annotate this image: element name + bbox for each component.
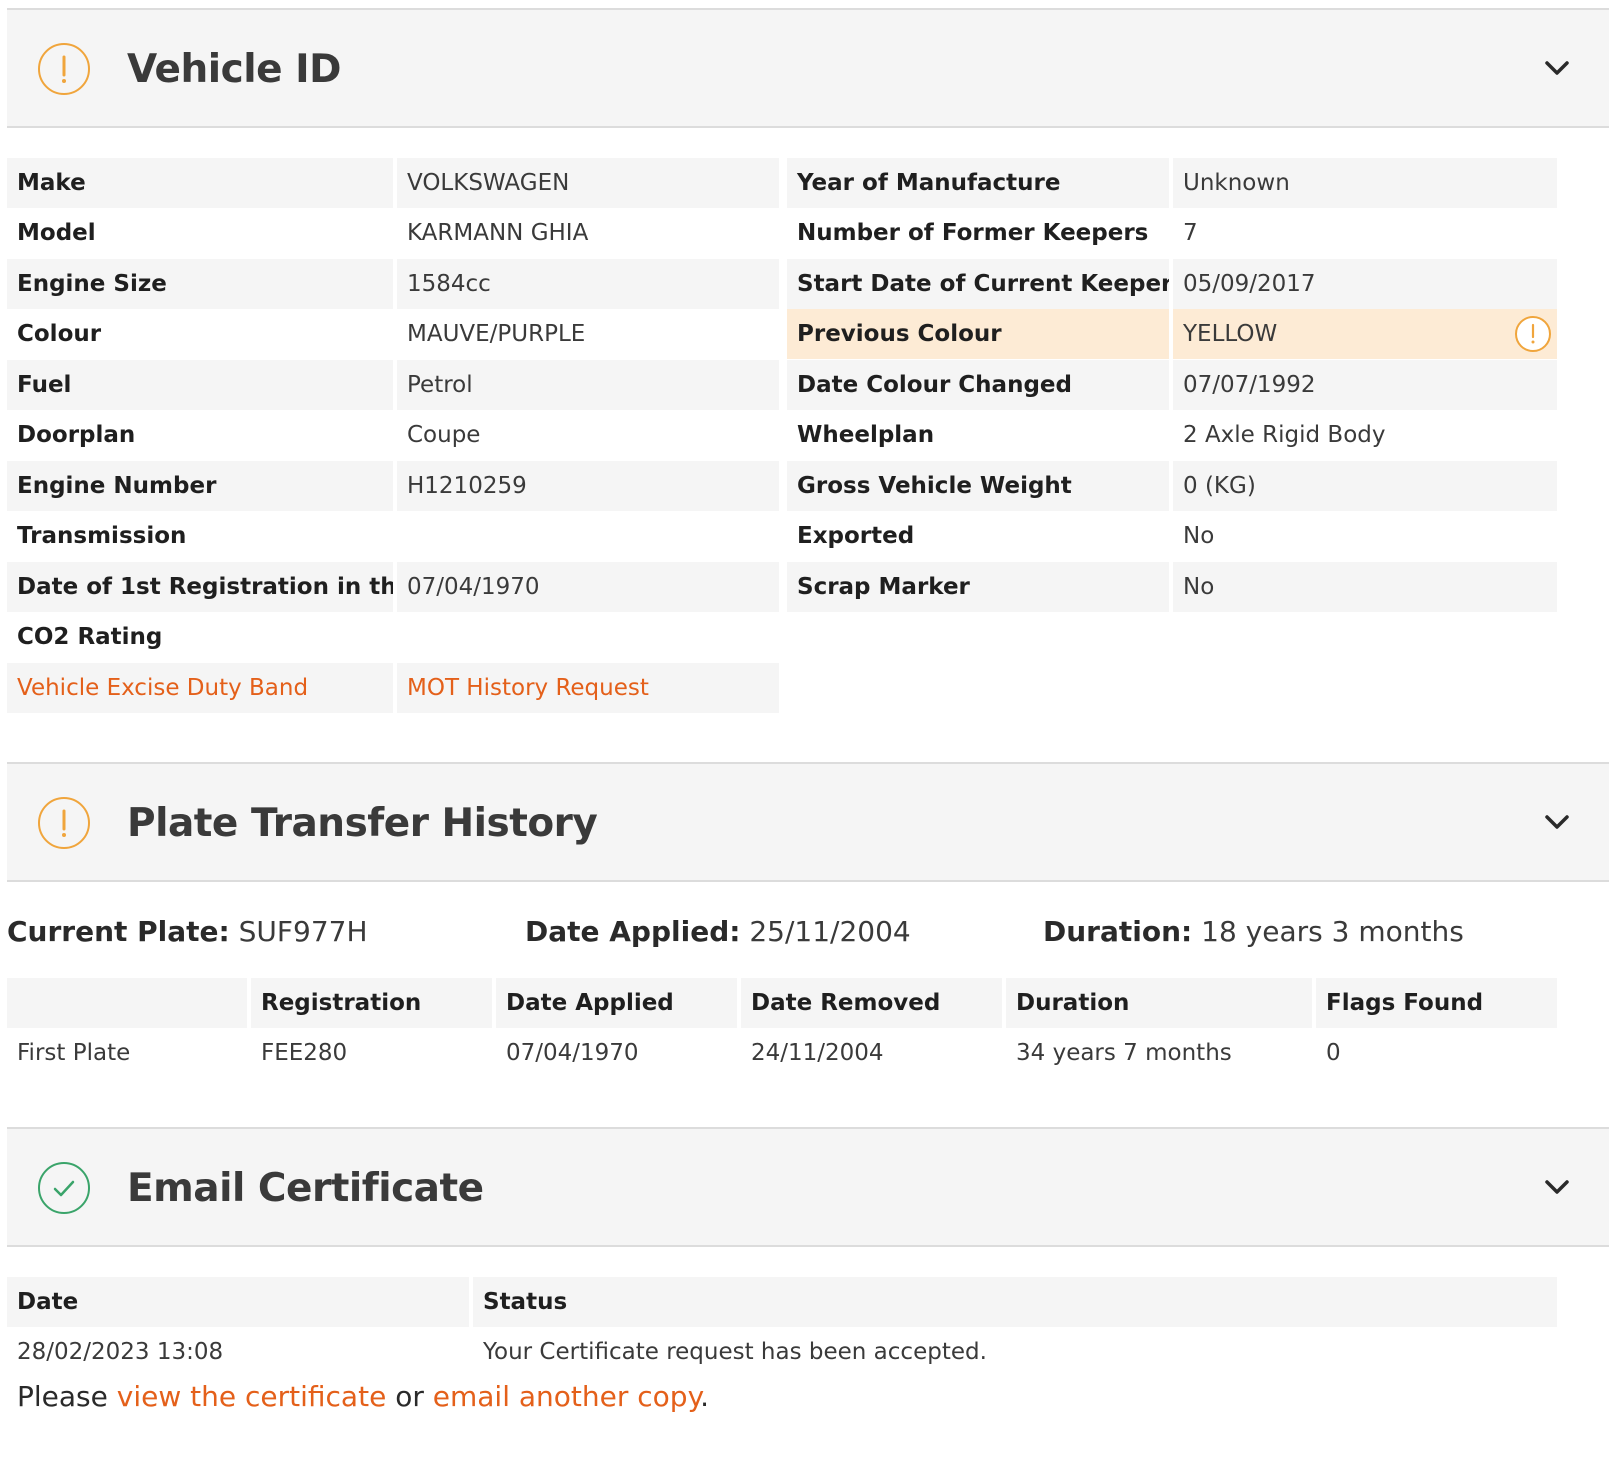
duration-summary: Duration: 18 years 3 months bbox=[1043, 910, 1464, 954]
label-model: Model bbox=[17, 220, 96, 246]
footer-suffix: . bbox=[700, 1380, 710, 1413]
table-cell-duration: 34 years 7 months bbox=[1016, 1040, 1232, 1066]
value-colour: MAUVE/PURPLE bbox=[407, 321, 586, 347]
label-former-keepers: Number of Former Keepers bbox=[797, 220, 1149, 246]
column-header-flags-found: Flags Found bbox=[1316, 978, 1557, 1028]
label-exported: Exported bbox=[797, 523, 915, 549]
value-first-registration: 07/04/1970 bbox=[397, 562, 779, 612]
label-gross-vehicle-weight: Gross Vehicle Weight bbox=[787, 461, 1169, 511]
label-current-keeper-start: Start Date of Current Keeper bbox=[787, 259, 1169, 309]
table-cell-status: Your Certificate request has been accept… bbox=[483, 1339, 987, 1365]
label-date-colour-changed: Date Colour Changed bbox=[787, 360, 1169, 410]
warning-icon bbox=[38, 43, 90, 95]
column-header-duration: Duration bbox=[1006, 978, 1312, 1028]
current-plate-value: SUF977H bbox=[238, 915, 368, 948]
label-colour: Colour bbox=[17, 321, 102, 347]
table-cell-flags-found: 0 bbox=[1326, 1040, 1341, 1066]
table-cell-registration: FEE280 bbox=[261, 1040, 348, 1066]
column-header-status: Status bbox=[473, 1277, 1557, 1327]
label-engine-number: Engine Number bbox=[7, 461, 393, 511]
date-applied-summary: Date Applied: 25/11/2004 bbox=[525, 910, 911, 954]
value-engine-size: 1584cc bbox=[397, 259, 779, 309]
plate-transfer-history-header[interactable]: Plate Transfer History bbox=[7, 762, 1609, 882]
value-doorplan: Coupe bbox=[407, 422, 481, 448]
value-transmission bbox=[397, 511, 779, 561]
value-gross-vehicle-weight: 0 (KG) bbox=[1173, 461, 1557, 511]
footer-middle: or bbox=[395, 1380, 424, 1413]
label-doorplan: Doorplan bbox=[17, 422, 136, 448]
value-current-keeper-start: 05/09/2017 bbox=[1173, 259, 1557, 309]
value-make: VOLKSWAGEN bbox=[397, 158, 779, 208]
date-applied-value: 25/11/2004 bbox=[749, 915, 911, 948]
table-cell-plate: First Plate bbox=[17, 1040, 131, 1066]
warning-icon bbox=[38, 797, 90, 849]
column-header-registration: Registration bbox=[251, 978, 492, 1028]
value-previous-colour-cell: YELLOW bbox=[1173, 309, 1557, 359]
duration-label: Duration: bbox=[1043, 915, 1193, 948]
value-year-of-manufacture: Unknown bbox=[1173, 158, 1557, 208]
label-co2-rating: CO2 Rating bbox=[17, 624, 163, 650]
section-title: Email Certificate bbox=[127, 1166, 484, 1211]
check-circle-icon bbox=[38, 1162, 90, 1214]
column-header-date-removed: Date Removed bbox=[741, 978, 1002, 1028]
date-applied-label: Date Applied: bbox=[525, 915, 741, 948]
section-title: Vehicle ID bbox=[127, 47, 342, 92]
label-first-registration: Date of 1st Registration in the UK bbox=[7, 562, 393, 612]
email-another-copy-link[interactable]: email another copy bbox=[433, 1380, 700, 1413]
mot-history-request-link[interactable]: MOT History Request bbox=[397, 663, 779, 713]
footer-prefix: Please bbox=[17, 1380, 108, 1413]
value-date-colour-changed: 07/07/1992 bbox=[1173, 360, 1557, 410]
column-header bbox=[7, 978, 247, 1028]
current-plate-summary: Current Plate: SUF977H bbox=[7, 910, 368, 954]
label-wheelplan: Wheelplan bbox=[797, 422, 935, 448]
value-wheelplan: 2 Axle Rigid Body bbox=[1183, 422, 1386, 448]
label-previous-colour: Previous Colour bbox=[787, 309, 1169, 359]
value-model: KARMANN GHIA bbox=[407, 220, 589, 246]
value-previous-colour: YELLOW bbox=[1183, 321, 1278, 347]
value-co2-rating bbox=[397, 612, 779, 662]
label-fuel: Fuel bbox=[7, 360, 393, 410]
vehicle-excise-duty-band-link[interactable]: Vehicle Excise Duty Band bbox=[7, 663, 393, 713]
table-cell-date-removed: 24/11/2004 bbox=[751, 1040, 884, 1066]
table-cell-date: 28/02/2023 13:08 bbox=[17, 1339, 224, 1365]
value-exported: No bbox=[1183, 523, 1215, 549]
label-transmission: Transmission bbox=[17, 523, 187, 549]
label-engine-size: Engine Size bbox=[7, 259, 393, 309]
label-make: Make bbox=[7, 158, 393, 208]
chevron-down-icon[interactable] bbox=[1543, 1177, 1571, 1197]
value-former-keepers: 7 bbox=[1183, 220, 1198, 246]
email-certificate-header[interactable]: Email Certificate bbox=[7, 1127, 1609, 1247]
value-fuel: Petrol bbox=[397, 360, 779, 410]
section-title: Plate Transfer History bbox=[127, 801, 598, 846]
duration-value: 18 years 3 months bbox=[1201, 915, 1464, 948]
value-engine-number: H1210259 bbox=[397, 461, 779, 511]
chevron-down-icon[interactable] bbox=[1543, 812, 1571, 832]
current-plate-label: Current Plate: bbox=[7, 915, 230, 948]
warning-icon[interactable] bbox=[1515, 316, 1551, 352]
table-cell-date-applied: 07/04/1970 bbox=[506, 1040, 639, 1066]
certificate-footer: Please view the certificate or email ano… bbox=[17, 1374, 709, 1420]
chevron-down-icon[interactable] bbox=[1543, 58, 1571, 78]
label-year-of-manufacture: Year of Manufacture bbox=[787, 158, 1169, 208]
label-scrap-marker: Scrap Marker bbox=[787, 562, 1169, 612]
view-certificate-link[interactable]: view the certificate bbox=[117, 1380, 387, 1413]
column-header-date: Date bbox=[7, 1277, 469, 1327]
vehicle-id-header[interactable]: Vehicle ID bbox=[7, 8, 1609, 128]
value-scrap-marker: No bbox=[1173, 562, 1557, 612]
column-header-date-applied: Date Applied bbox=[496, 978, 737, 1028]
